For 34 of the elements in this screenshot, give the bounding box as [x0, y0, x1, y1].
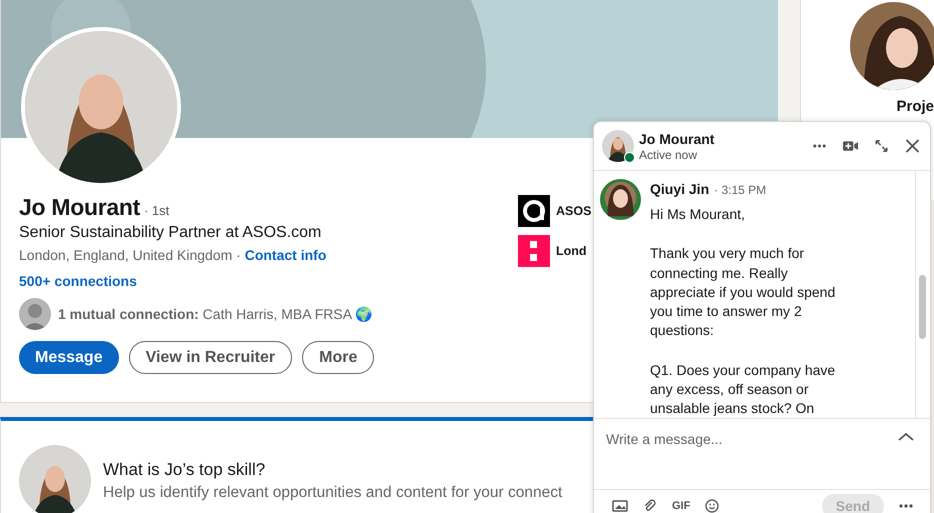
skill-description: Help us identify relevant opportunities and content for your connect: [103, 484, 564, 502]
headline: Senior Sustainability Partner at ASOS.com: [19, 224, 322, 242]
gif-button[interactable]: GIF: [672, 500, 690, 512]
more-icon[interactable]: [812, 144, 827, 148]
connection-degree: · 1st: [144, 203, 170, 218]
collapse-caret-icon[interactable]: [898, 433, 914, 441]
mutual-connection: 1 mutual connection: Cath Harris, MBA FRSA 🌍: [58, 306, 372, 322]
school-logo-icon: [518, 235, 550, 267]
sender-name: Qiuyi Jin: [650, 181, 710, 197]
action-button[interactable]: More: [302, 341, 374, 374]
more-icon[interactable]: [898, 504, 914, 508]
chat-status: Active now: [639, 148, 698, 162]
connections-link[interactable]: 500+ connections: [19, 273, 137, 289]
message-text: Q1. Does your company have any excess, off season or unsalable jeans stock? On: [650, 360, 836, 418]
message-text: Hi Ms Mourant,: [650, 205, 746, 224]
emoji-icon[interactable]: [704, 499, 720, 513]
scrollbar-thumb[interactable]: [919, 275, 926, 339]
contact-info-link[interactable]: Contact info: [244, 247, 326, 263]
person-name: Proje: [896, 98, 934, 115]
location: London, England, United Kingdom ·: [19, 247, 241, 263]
company-logo-icon: [518, 195, 550, 227]
profile-name: Jo Mourant: [19, 194, 140, 221]
attachment-icon[interactable]: [642, 499, 658, 513]
close-icon[interactable]: [905, 139, 920, 153]
image-icon[interactable]: [612, 499, 628, 513]
company-name: Lond: [556, 244, 587, 258]
company-name: ASOS: [556, 204, 592, 218]
message-text: Thank you very much for connecting me. Really appreciate if you would spend you time to answer my 2 questions:: [650, 244, 836, 340]
action-button[interactable]: Message: [19, 341, 119, 374]
expand-icon[interactable]: [874, 139, 889, 153]
action-button[interactable]: View in Recruiter: [128, 341, 292, 374]
video-icon[interactable]: [843, 139, 858, 153]
skill-question: What is Jo’s top skill?: [103, 460, 266, 480]
message-time: · 3:15 PM: [714, 183, 766, 197]
